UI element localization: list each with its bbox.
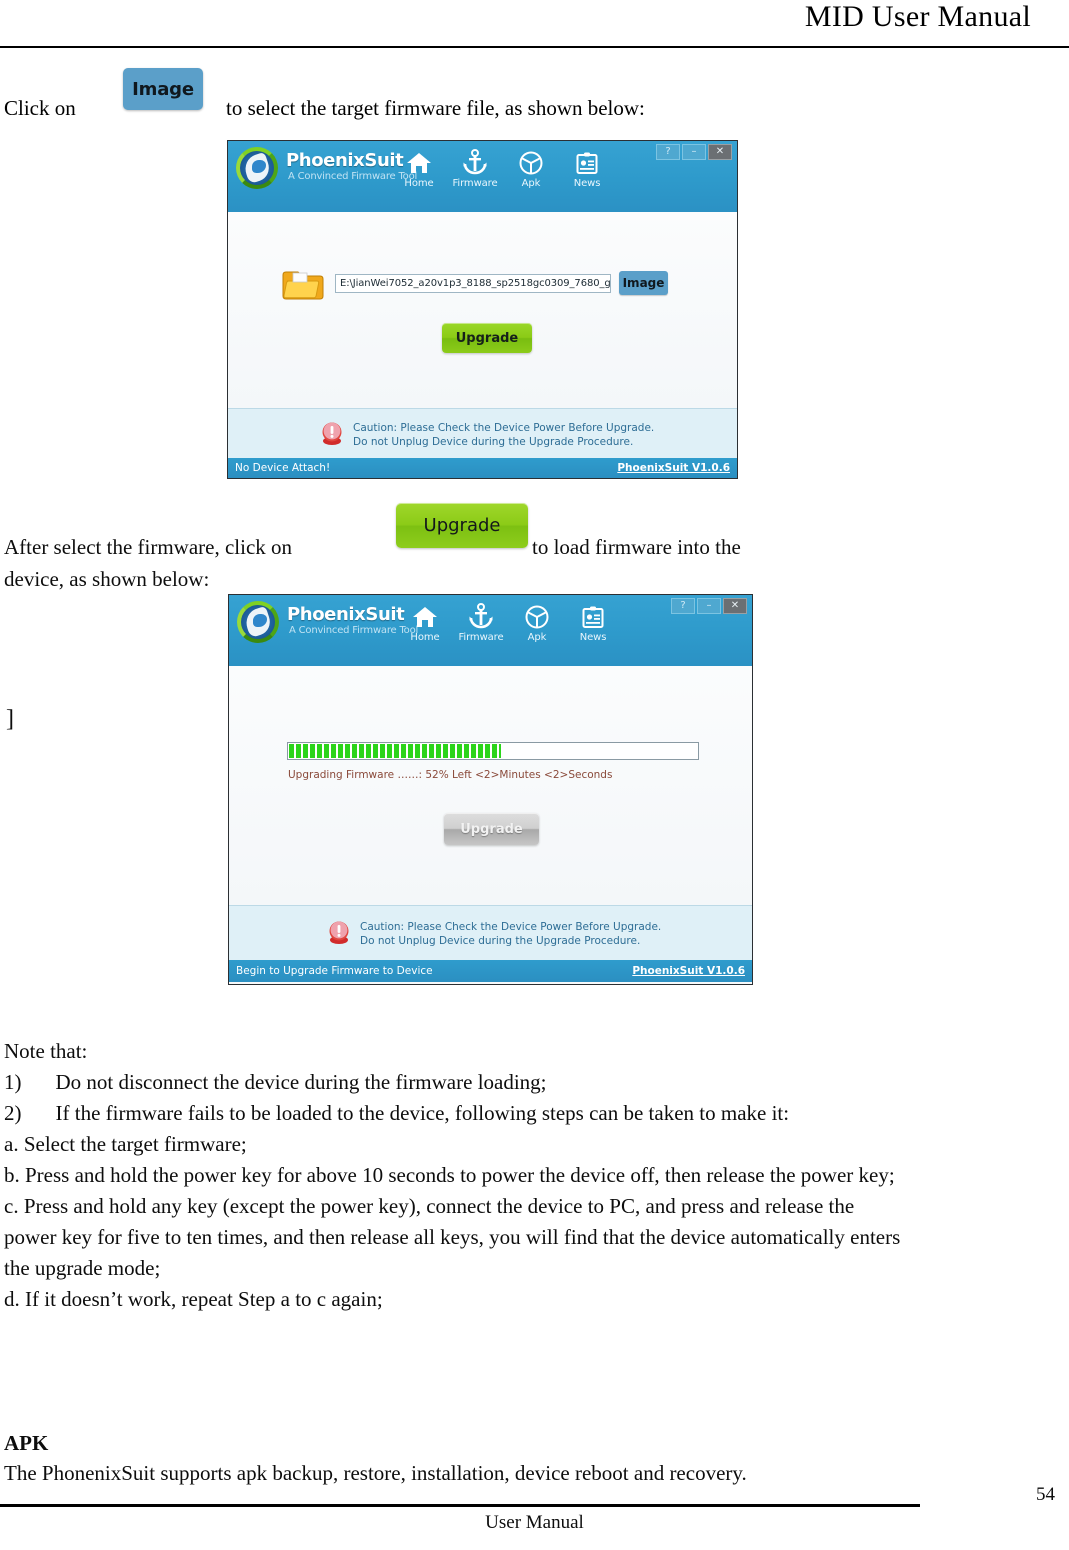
apk-heading: APK	[4, 1431, 49, 1455]
note-item-1: 1) Do not disconnect the device during th…	[4, 1067, 1024, 1098]
note-step-d: d. If it doesn’t work, repeat Step a to …	[4, 1287, 383, 1311]
sphere-icon	[509, 599, 565, 629]
window1-caution: Caution: Please Check the Device Power B…	[320, 421, 654, 449]
window2-navbar: Home Firmware Apk News	[397, 599, 621, 643]
window2-caution: Caution: Please Check the Device Power B…	[327, 920, 661, 948]
apk-body: The PhonenixSuit supports apk backup, re…	[4, 1461, 747, 1485]
page-number: 54	[1036, 1484, 1055, 1505]
upgrade-progress-label: Upgrading Firmware ……: 52% Left <2>Minut…	[288, 769, 613, 781]
note-item-1-text: Do not disconnect the device during the …	[55, 1070, 547, 1094]
nav-item-apk[interactable]: Apk	[503, 145, 559, 189]
help-button[interactable]: ?	[656, 144, 680, 160]
phoenixsuit-window-firmware-select: ? – ✕ PhoenixSuit A Convinced Firmware T…	[227, 140, 738, 479]
phoenixsuit-logo-icon	[236, 147, 278, 189]
window1-brand: PhoenixSuit	[286, 150, 404, 171]
intro-text-after: to select the target firmware file, as s…	[226, 96, 645, 120]
upgrade-progress-fill	[289, 744, 502, 758]
caution-line-2: Do not Unplug Device during the Upgrade …	[360, 935, 641, 947]
window2-controls: ? – ✕	[671, 598, 747, 614]
window2-titlebar: ? – ✕ PhoenixSuit A Convinced Firmware T…	[229, 595, 752, 666]
nav-label-firmware: Firmware	[458, 632, 504, 643]
notes-block: Note that: 1) Do not disconnect the devic…	[4, 1036, 1024, 1315]
window1-controls: ? – ✕	[656, 144, 732, 160]
phoenixsuit-window-upgrading: ? – ✕ PhoenixSuit A Convinced Firmware T…	[228, 594, 753, 985]
nav-label-home: Home	[404, 178, 434, 189]
note-step-b: b. Press and hold the power key for abov…	[4, 1163, 895, 1187]
nav-label-apk: Apk	[527, 632, 547, 643]
window1-caution-panel: Caution: Please Check the Device Power B…	[228, 408, 737, 458]
minimize-button[interactable]: –	[682, 144, 706, 160]
nav-label-home: Home	[410, 632, 440, 643]
note-item-2-number: 2)	[4, 1101, 22, 1125]
caution-line-1: Caution: Please Check the Device Power B…	[353, 422, 655, 434]
note-item-2: 2) If the firmware fails to be loaded to …	[4, 1098, 1024, 1129]
window1-titlebar: ? – ✕ PhoenixSuit A Convinced Firmware T…	[228, 141, 737, 212]
mid-paragraph-line2: device, as shown below:	[4, 567, 210, 591]
close-button[interactable]: ✕	[723, 598, 747, 614]
nav-item-news[interactable]: News	[559, 145, 615, 189]
nav-label-news: News	[573, 178, 601, 189]
intro-text-before: Click on	[4, 96, 76, 120]
window2-brand: PhoenixSuit	[287, 604, 405, 625]
page-header: MID User Manual	[0, 0, 1069, 48]
page-title: MID User Manual	[804, 0, 1031, 33]
id-card-icon	[559, 145, 615, 175]
image-select-button[interactable]: Image	[619, 271, 668, 295]
inline-image-button[interactable]: Image	[123, 68, 203, 110]
close-button[interactable]: ✕	[708, 144, 732, 160]
nav-item-firmware[interactable]: Firmware	[447, 145, 503, 189]
caution-line-2: Do not Unplug Device during the Upgrade …	[353, 436, 634, 448]
home-icon	[397, 599, 453, 629]
nav-label-firmware: Firmware	[452, 178, 498, 189]
window2-status-left: Begin to Upgrade Firmware to Device	[236, 965, 433, 977]
window2-body: Upgrading Firmware ……: 52% Left <2>Minut…	[229, 666, 752, 905]
warning-icon	[327, 920, 351, 945]
note-step-a: a. Select the target firmware;	[4, 1132, 247, 1156]
phoenixsuit-logo-icon	[237, 601, 279, 643]
header-divider	[0, 46, 1069, 48]
firmware-path-input[interactable]: E:\JianWei7052_a20v1p3_8188_sp2518gc0309…	[335, 274, 611, 293]
home-icon	[391, 145, 447, 175]
footer-divider	[0, 1504, 920, 1507]
note-item-2-text: If the firmware fails to be loaded to th…	[55, 1101, 790, 1125]
anchor-icon	[453, 599, 509, 629]
nav-item-home[interactable]: Home	[391, 145, 447, 189]
window2-statusbar: Begin to Upgrade Firmware to Device Phoe…	[229, 960, 752, 982]
stray-bracket: ]	[6, 706, 14, 732]
window2-caution-panel: Caution: Please Check the Device Power B…	[229, 905, 752, 960]
apk-section: APK The PhonenixSuit supports apk backup…	[4, 1428, 1024, 1488]
caution-line-1: Caution: Please Check the Device Power B…	[360, 921, 662, 933]
anchor-icon	[447, 145, 503, 175]
nav-label-apk: Apk	[521, 178, 541, 189]
window1-statusbar: No Device Attach! PhoenixSuit V1.0.6	[228, 458, 737, 478]
window1-status-left: No Device Attach!	[235, 462, 331, 474]
notes-heading: Note that:	[4, 1039, 88, 1063]
minimize-button[interactable]: –	[697, 598, 721, 614]
upgrade-button-disabled[interactable]: Upgrade	[444, 813, 539, 845]
id-card-icon	[565, 599, 621, 629]
window1-body: E:\JianWei7052_a20v1p3_8188_sp2518gc0309…	[228, 212, 737, 408]
window2-caution-text: Caution: Please Check the Device Power B…	[360, 920, 661, 948]
warning-icon	[320, 421, 344, 446]
nav-item-apk[interactable]: Apk	[509, 599, 565, 643]
upgrade-progress-bar	[287, 742, 699, 760]
note-item-1-number: 1)	[4, 1070, 22, 1094]
inline-upgrade-button[interactable]: Upgrade	[396, 503, 528, 548]
folder-icon[interactable]	[282, 269, 324, 301]
window1-caution-text: Caution: Please Check the Device Power B…	[353, 421, 654, 449]
window1-navbar: Home Firmware Apk News	[391, 145, 615, 189]
nav-item-news[interactable]: News	[565, 599, 621, 643]
nav-item-home[interactable]: Home	[397, 599, 453, 643]
upgrade-button[interactable]: Upgrade	[442, 323, 532, 353]
mid-paragraph-after: to load firmware into the	[532, 535, 741, 559]
sphere-icon	[503, 145, 559, 175]
window2-version-label: PhoenixSuit V1.0.6	[632, 965, 745, 977]
nav-item-firmware[interactable]: Firmware	[453, 599, 509, 643]
nav-label-news: News	[579, 632, 607, 643]
help-button[interactable]: ?	[671, 598, 695, 614]
window1-version-label: PhoenixSuit V1.0.6	[617, 462, 730, 474]
note-step-c: c. Press and hold any key (except the po…	[4, 1194, 901, 1280]
mid-paragraph-line1: After select the firmware, click on	[4, 535, 293, 559]
footer-label: User Manual	[485, 1512, 584, 1533]
